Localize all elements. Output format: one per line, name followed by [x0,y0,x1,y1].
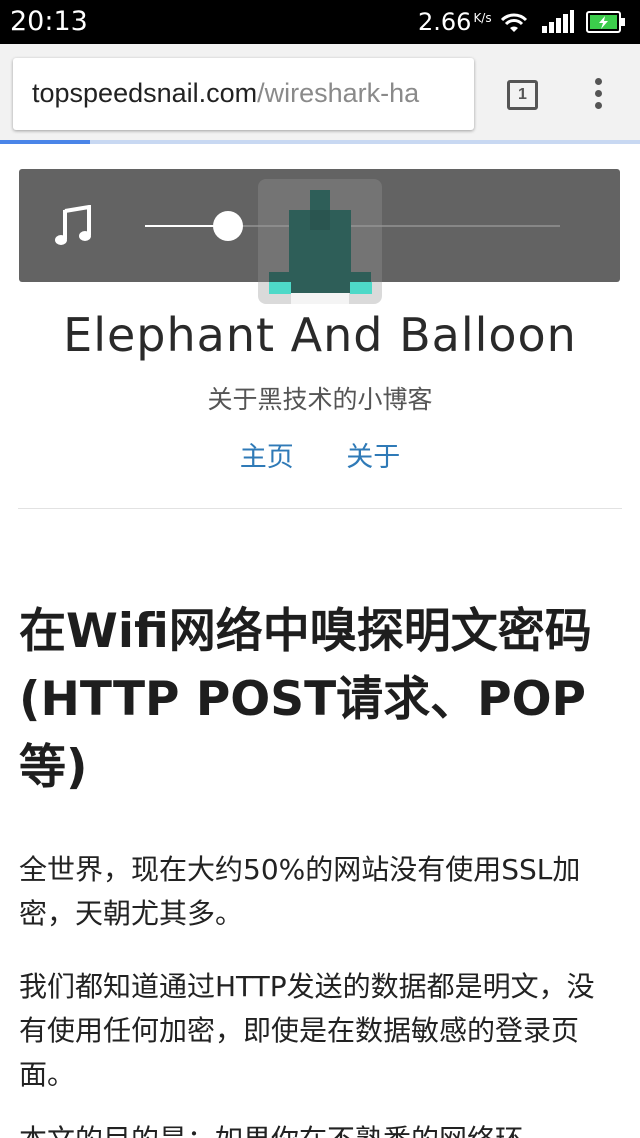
site-subtitle: 关于黑技术的小博客 [207,385,433,414]
wifi-icon [500,13,528,32]
page-load-progress-fill [0,140,90,144]
site-nav: 主页 关于 [0,435,640,474]
network-speed-value: 2.66 [418,8,472,36]
article-paragraph: 我们都知道通过HTTP发送的数据都是明文，没有使用任何加密，即使是在数据敏感的登… [19,970,595,1091]
url-host: topspeedsnail.com [32,78,258,108]
site-title[interactable]: Elephant And Balloon [0,308,640,362]
clock: 20:13 [10,6,88,37]
seek-handle[interactable] [213,211,243,241]
network-speed-unit: K/s [473,11,492,25]
browser-toolbar: topspeedsnail.com/wireshark-ha 1 [0,44,640,144]
network-speed: 2.66 K/s [418,8,492,36]
article-paragraph: 全世界，现在大约50%的网站没有使用SSL加密，天朝尤其多。 [19,853,581,930]
url-path: /wireshark-ha [257,78,420,108]
address-bar[interactable]: topspeedsnail.com/wireshark-ha [13,58,474,130]
status-bar: 20:13 2.66 K/s [0,0,640,44]
tab-switcher-button[interactable]: 1 [507,80,538,110]
article-paragraph: 本文的目的是：如果你在不熟悉的网络环 [19,1118,619,1138]
music-note-icon[interactable] [55,205,93,247]
overflow-menu-icon[interactable] [590,78,606,114]
nav-link-about[interactable]: 关于 [346,442,400,473]
signal-icon [542,10,574,33]
nav-link-home[interactable]: 主页 [240,442,294,473]
article-title: 在Wifi网络中嗅探明文密码(HTTP POST请求、POP等) [19,604,592,795]
page-load-progress [0,140,640,144]
battery-icon [586,11,625,33]
header-divider [18,508,622,509]
site-logo [258,179,382,304]
url-text: topspeedsnail.com/wireshark-ha [32,78,419,109]
